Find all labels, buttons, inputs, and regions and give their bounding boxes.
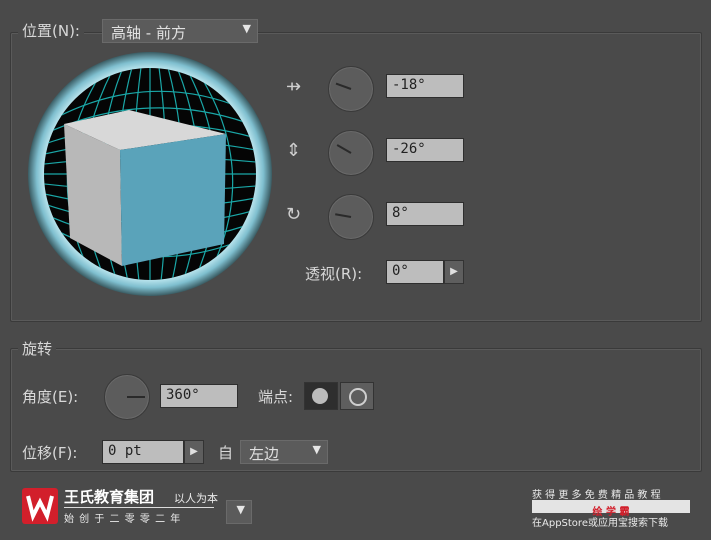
rotation-dial[interactable]	[328, 130, 374, 176]
promo-app-badge: 绘 学 霸	[532, 500, 690, 518]
angle-dial[interactable]	[104, 374, 150, 420]
rotation-dial[interactable]	[328, 194, 374, 240]
rotation-field[interactable]: -26°	[386, 138, 464, 162]
rotation-dial-hand	[336, 144, 352, 154]
cap-off-button[interactable]	[340, 382, 374, 410]
rotation-dial-hand	[335, 213, 352, 218]
promo-line1: 获 得 更 多 免 费 精 品 教 程	[532, 490, 661, 501]
brand-logo	[22, 488, 58, 524]
cap-on-button[interactable]	[304, 382, 338, 410]
rotate-y-icon: ⇕	[286, 140, 302, 161]
cube-preview-svg	[28, 52, 272, 296]
rotate-x-icon: ⇸	[286, 76, 302, 97]
cube	[64, 110, 226, 266]
from-dropdown[interactable]: 左边 ▼	[240, 440, 328, 464]
angle-label: 角度(E):	[22, 388, 79, 406]
rotation-field[interactable]: 8°	[386, 202, 464, 226]
from-value: 左边	[249, 445, 280, 463]
rotation-dial[interactable]	[328, 66, 374, 112]
brand-name: 王氏教育集团	[64, 488, 155, 506]
rotation-field[interactable]: -18°	[386, 74, 464, 98]
offset-stepper[interactable]: ▶	[184, 440, 204, 464]
brand-slogan: 以人为本	[174, 492, 218, 505]
rotation-dial-hand	[335, 82, 352, 90]
chevron-down-icon: ▼	[236, 503, 245, 516]
from-label: 自	[218, 444, 234, 462]
brand-sub: 始 创 于 二 零 零 二 年	[64, 514, 182, 525]
brand-logo-icon	[26, 495, 54, 522]
perspective-label: 透视(R):	[305, 265, 363, 283]
cap-on-icon	[312, 388, 328, 404]
cap-off-icon	[349, 388, 367, 406]
angle-field[interactable]: 360°	[160, 384, 238, 408]
brand-divider	[64, 507, 214, 508]
angle-dial-hand	[127, 396, 145, 398]
chevron-down-icon: ▼	[312, 443, 321, 456]
offset-label: 位移(F):	[22, 444, 78, 462]
chevron-down-icon: ▼	[242, 22, 251, 35]
rotate-z-icon: ↻	[286, 204, 302, 225]
cube-front-face	[120, 134, 226, 266]
perspective-field[interactable]: 0°	[386, 260, 444, 284]
surface-dropdown[interactable]: ▼	[226, 500, 252, 524]
track-cube-preview[interactable]	[26, 50, 274, 298]
position-preset-value: 高轴 - 前方	[111, 24, 186, 42]
perspective-stepper[interactable]: ▶	[444, 260, 464, 284]
cap-label: 端点:	[258, 388, 294, 406]
revolve-label: 旋转	[18, 338, 57, 359]
promo-line3: 在AppStore或应用宝搜索下载	[532, 518, 668, 529]
position-preset-dropdown[interactable]: 高轴 - 前方 ▼	[102, 19, 258, 43]
position-label: 位置(N):	[18, 20, 84, 41]
offset-field[interactable]: 0 pt	[102, 440, 184, 464]
